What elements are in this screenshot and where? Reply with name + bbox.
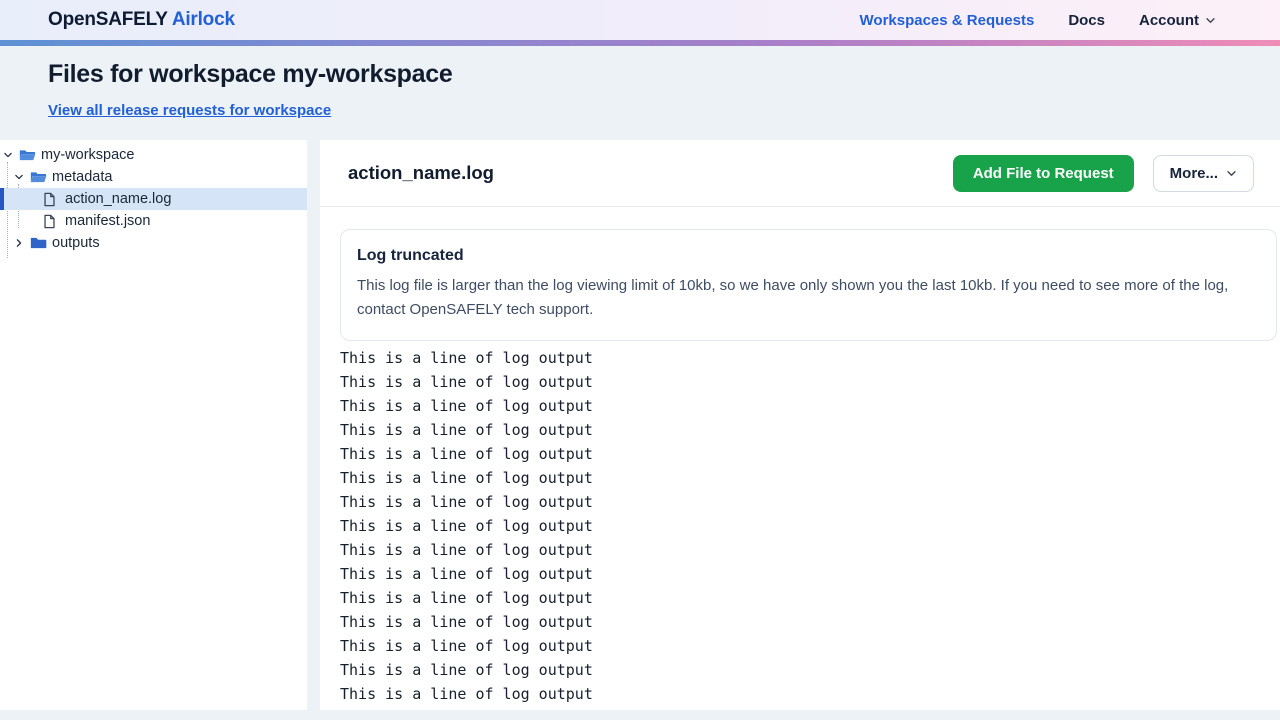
file-icon xyxy=(43,192,60,207)
tree-item-manifest-json[interactable]: manifest.json xyxy=(0,210,307,232)
file-viewer-panel: action_name.log Add File to Request More… xyxy=(320,140,1280,710)
log-output: This is a line of log output This is a l… xyxy=(340,346,1277,710)
file-title: action_name.log xyxy=(348,162,494,184)
view-release-requests-link[interactable]: View all release requests for workspace xyxy=(48,102,331,119)
add-file-to-request-button[interactable]: Add File to Request xyxy=(953,155,1134,192)
more-actions-button[interactable]: More... xyxy=(1153,155,1254,192)
logo-secondary: Airlock xyxy=(172,9,235,30)
chevron-right-icon[interactable] xyxy=(13,238,25,248)
panel-gap xyxy=(307,140,320,710)
tree-item-label: manifest.json xyxy=(65,213,150,229)
nav-account-label: Account xyxy=(1139,12,1199,29)
nav-links: Workspaces & Requests Docs Account xyxy=(860,12,1216,29)
logo-primary: OpenSAFELY xyxy=(48,9,167,30)
tree-item-outputs[interactable]: outputs xyxy=(0,232,307,254)
tree-item-label: outputs xyxy=(52,235,100,251)
file-tree-sidebar: my-workspace metadata action_name.log ma… xyxy=(0,140,307,710)
chevron-down-icon[interactable] xyxy=(13,172,25,182)
alert-title: Log truncated xyxy=(357,247,1260,265)
tree-item-my-workspace[interactable]: my-workspace xyxy=(0,144,307,166)
chevron-down-icon xyxy=(1205,15,1216,26)
folder-open-icon xyxy=(30,170,47,184)
tree-item-metadata[interactable]: metadata xyxy=(0,166,307,188)
nav-workspaces-requests[interactable]: Workspaces & Requests xyxy=(860,12,1035,29)
folder-open-icon xyxy=(19,148,36,162)
file-icon xyxy=(43,214,60,229)
app-logo[interactable]: OpenSAFELY Airlock xyxy=(48,9,235,31)
folder-closed-icon xyxy=(30,236,47,250)
chevron-down-icon xyxy=(1226,168,1237,179)
top-nav: OpenSAFELY Airlock Workspaces & Requests… xyxy=(0,0,1280,40)
file-viewer-body: Log truncated This log file is larger th… xyxy=(320,207,1280,710)
page-title: Files for workspace my-workspace xyxy=(48,60,1232,89)
content-area: my-workspace metadata action_name.log ma… xyxy=(0,140,1280,710)
tree-item-action-name-log[interactable]: action_name.log xyxy=(0,188,307,210)
tree-item-label: my-workspace xyxy=(41,147,134,163)
nav-account-menu[interactable]: Account xyxy=(1139,12,1216,29)
tree-item-label: action_name.log xyxy=(65,191,171,207)
alert-body: This log file is larger than the log vie… xyxy=(357,274,1260,322)
nav-docs[interactable]: Docs xyxy=(1068,12,1105,29)
file-viewer-header: action_name.log Add File to Request More… xyxy=(320,140,1280,207)
file-actions: Add File to Request More... xyxy=(953,155,1254,192)
page-header: Files for workspace my-workspace View al… xyxy=(0,46,1280,140)
tree-item-label: metadata xyxy=(52,169,112,185)
more-button-label: More... xyxy=(1170,165,1218,182)
log-truncated-alert: Log truncated This log file is larger th… xyxy=(340,229,1277,341)
chevron-down-icon[interactable] xyxy=(2,150,14,160)
